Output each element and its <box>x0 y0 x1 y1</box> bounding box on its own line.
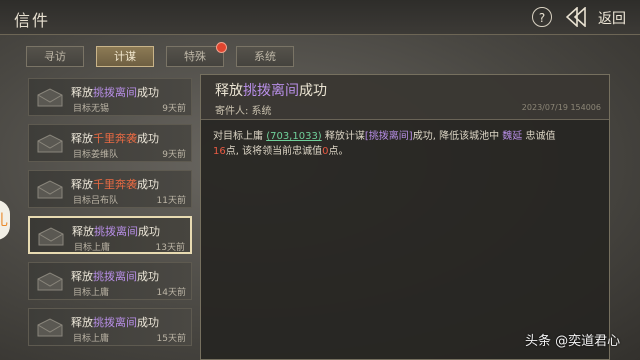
envelope-icon <box>38 227 64 246</box>
mail-item-target: 目标姜维队 <box>73 150 119 160</box>
mail-body: 对目标上庸 (703,1033) 释放计谋[挑拨离间]成功, 降低该城池中 魏延… <box>213 129 593 159</box>
skill-name: [挑拨离间] <box>364 131 413 142</box>
body-text: 对目标上庸 <box>213 131 267 142</box>
mail-item[interactable]: 释放挑拨离间成功目标上庸 13天前 <box>28 216 192 254</box>
mail-title-skill: 千里奔袭 <box>93 178 137 191</box>
mail-title-skill: 挑拨离间 <box>93 270 137 283</box>
mail-item-title: 释放挑拨离间成功 <box>72 223 160 239</box>
notification-dot <box>216 42 227 53</box>
mail-item-target: 目标上庸 <box>74 243 111 253</box>
mail-item-time: 14天前 <box>156 288 186 298</box>
mail-title-prefix: 释放 <box>71 316 93 329</box>
mail-item-time: 11天前 <box>156 196 186 206</box>
mail-title-prefix: 释放 <box>72 225 94 238</box>
mail-item-target: 目标无锡 <box>73 104 110 114</box>
tab-system[interactable]: 系统 <box>236 46 294 67</box>
mail-title-skill: 挑拨离间 <box>93 316 137 329</box>
general-name: 魏延 <box>502 131 523 142</box>
mail-item-target: 目标上庸 <box>73 334 110 344</box>
tab-special[interactable]: 特殊 <box>166 42 227 67</box>
mail-title-suffix: 成功 <box>138 225 160 238</box>
mail-detail-panel: 释放挑拨离间成功 寄件人: 系统 2023/07/19 154006 对目标上庸… <box>200 74 610 360</box>
back-arrow-icon <box>566 7 586 27</box>
back-button[interactable]: 返回 <box>566 4 636 30</box>
page-title: 信件 <box>14 11 51 30</box>
mail-title-prefix: 释放 <box>71 178 93 191</box>
envelope-icon <box>37 134 63 153</box>
help-button[interactable]: ? <box>532 7 552 27</box>
mail-item-title: 释放挑拨离间成功 <box>71 314 159 330</box>
tab-label: 寻访 <box>44 50 66 63</box>
mail-title-skill: 挑拨离间 <box>94 225 138 238</box>
mail-sender: 寄件人: 系统 <box>215 106 272 117</box>
mail-title-suffix: 成功 <box>137 86 159 99</box>
body-text: 释放计谋 <box>321 131 365 142</box>
back-label: 返回 <box>598 11 626 27</box>
mail-title-suffix: 成功 <box>137 178 159 191</box>
tab-label: 系统 <box>254 50 276 63</box>
title-suffix: 成功 <box>299 83 327 99</box>
loyalty-reduction-value: 16 <box>213 146 226 157</box>
watermark: 头条 @奕道君心 <box>525 334 621 349</box>
mail-item-time: 9天前 <box>162 104 186 114</box>
mail-item-target: 目标上庸 <box>73 288 110 298</box>
mail-item-title: 释放千里奔袭成功 <box>71 130 159 146</box>
title-prefix: 释放 <box>215 83 243 99</box>
mail-item[interactable]: 释放千里奔袭成功目标姜维队 9天前 <box>28 124 192 162</box>
body-text: 成功, 降低该城池中 <box>412 131 503 142</box>
mail-item-time: 9天前 <box>162 150 186 160</box>
body-text: 点。 <box>328 146 349 157</box>
title-skill: 挑拨离间 <box>243 83 299 99</box>
mail-title-suffix: 成功 <box>137 132 159 145</box>
coordinate-link[interactable]: (703,1033) <box>266 131 322 142</box>
tab-label: 特殊 <box>184 50 206 63</box>
mail-title-skill: 千里奔袭 <box>93 132 137 145</box>
tab-visit[interactable]: 寻访 <box>26 46 84 67</box>
envelope-icon <box>37 88 63 107</box>
mail-title-prefix: 释放 <box>71 270 93 283</box>
mail-item-time: 15天前 <box>156 334 186 344</box>
mail-title-prefix: 释放 <box>71 132 93 145</box>
mail-title-suffix: 成功 <box>137 316 159 329</box>
body-text: 点, 该将领当前忠诚值 <box>225 146 323 157</box>
mail-list[interactable]: 释放挑拨离间成功 目标无锡 9天前 释放千里奔袭成功 目标姜维队 9天前 释放千里奔袭成功目… <box>28 78 192 360</box>
mail-item[interactable]: 释放挑拨离间成功目标上庸 14天前 <box>28 262 192 300</box>
mail-detail-title: 释放挑拨离间成功 <box>215 80 327 100</box>
mail-item-time: 13天前 <box>155 243 185 253</box>
title-bar: 信件 ? 返回 <box>0 0 640 35</box>
mail-title-suffix: 成功 <box>137 270 159 283</box>
mail-item-title: 释放挑拨离间成功 <box>71 84 159 100</box>
mail-detail-header: 释放挑拨离间成功 寄件人: 系统 2023/07/19 154006 <box>201 75 609 120</box>
envelope-icon <box>37 318 63 337</box>
mail-title-prefix: 释放 <box>71 86 93 99</box>
tab-strategy[interactable]: 计谋 <box>96 46 154 67</box>
mail-item[interactable]: 释放挑拨离间成功目标上庸 15天前 <box>28 308 192 346</box>
mail-item[interactable]: 释放千里奔袭成功目标吕布队 11天前 <box>28 170 192 208</box>
mail-item[interactable]: 释放挑拨离间成功目标无锡 9天前 <box>28 78 192 116</box>
envelope-icon <box>37 272 63 291</box>
mail-item-title: 释放千里奔袭成功 <box>71 176 159 192</box>
tab-label: 计谋 <box>114 50 136 63</box>
mail-item-target: 目标吕布队 <box>73 196 119 206</box>
mail-item-title: 释放挑拨离间成功 <box>71 268 159 284</box>
side-gift-tab[interactable]: 礼 <box>0 200 10 240</box>
mail-title-skill: 挑拨离间 <box>93 86 137 99</box>
envelope-icon <box>37 180 63 199</box>
mail-date: 2023/07/19 154006 <box>521 103 601 112</box>
body-text: 忠诚值 <box>522 131 556 142</box>
